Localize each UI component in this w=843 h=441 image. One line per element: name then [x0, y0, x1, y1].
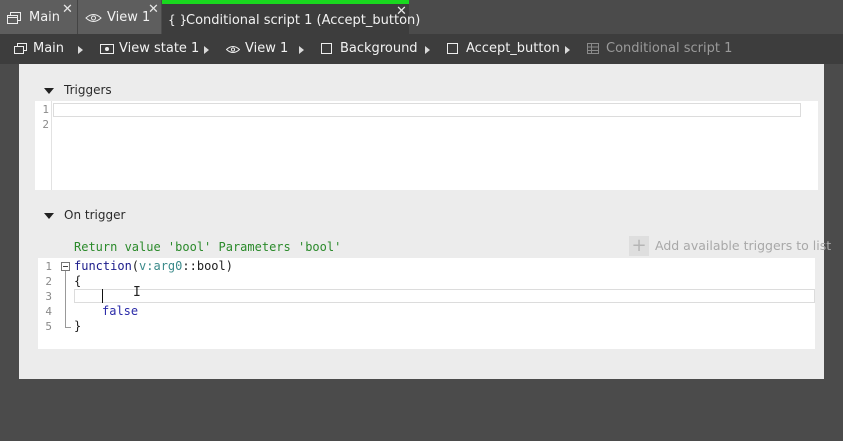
- param-type: ::bool): [182, 259, 233, 273]
- text-caret: [102, 289, 103, 303]
- script-grid-icon: [587, 43, 599, 58]
- eye-icon: [225, 43, 241, 58]
- section-title: Triggers: [64, 83, 112, 97]
- close-icon[interactable]: ✕: [148, 3, 159, 17]
- close-icon[interactable]: ✕: [396, 5, 407, 19]
- line-number: 3: [45, 290, 52, 303]
- line-gutter: 1 2 3 4 5: [38, 258, 54, 349]
- code-token: (: [131, 259, 140, 273]
- tab-conditional-script[interactable]: { } Conditional script 1 (Accept_button)…: [162, 0, 420, 34]
- chevron-right-icon: [299, 46, 304, 54]
- signature-text: Return value 'bool' Parameters 'bool': [74, 240, 342, 254]
- on-trigger-section-header[interactable]: On trigger: [44, 208, 244, 226]
- line-number: 2: [42, 118, 49, 131]
- breadcrumb: Main View state 1 View 1 Background Acce…: [0, 34, 843, 64]
- script-editor-panel: Triggers 1 2 On trigger Return value 'bo…: [19, 64, 831, 379]
- view-state-icon: [100, 43, 114, 58]
- braces-icon: { }: [168, 13, 188, 27]
- close-icon[interactable]: ✕: [62, 3, 73, 17]
- fold-guide: [65, 271, 66, 327]
- code-line-4: false: [102, 304, 139, 318]
- line-number: 1: [45, 260, 52, 273]
- chevron-right-icon: [565, 46, 570, 54]
- checkbox-icon: [447, 43, 458, 58]
- code-line-5: }: [74, 319, 82, 333]
- fold-toggle-icon[interactable]: [61, 262, 70, 271]
- breadcrumb-label: View 1: [245, 41, 289, 56]
- add-triggers-label: Add available triggers to list: [655, 238, 832, 253]
- window-icon: [7, 12, 21, 28]
- tab-view-1[interactable]: View 1 ✕: [77, 0, 161, 34]
- triggers-editor[interactable]: 1 2: [35, 101, 818, 190]
- chevron-down-icon[interactable]: [44, 88, 54, 94]
- chevron-down-icon[interactable]: [44, 213, 54, 219]
- line-gutter: 1 2: [35, 101, 51, 190]
- chevron-right-icon: [425, 46, 430, 54]
- param-name: v:arg0: [139, 259, 183, 273]
- section-title: On trigger: [64, 208, 126, 222]
- current-line-highlight: [53, 103, 801, 117]
- line-number: 5: [45, 320, 52, 333]
- tab-main[interactable]: Main ✕: [0, 0, 77, 34]
- window-icon: [14, 43, 27, 58]
- line-number: 1: [42, 103, 49, 116]
- breadcrumb-label: Main: [33, 41, 65, 56]
- breadcrumb-label: Accept_button: [466, 41, 560, 56]
- ibeam-cursor-icon: I: [133, 285, 141, 300]
- current-line-highlight: [74, 289, 815, 303]
- checkbox-icon: [321, 43, 332, 58]
- code-line-2: {: [74, 274, 82, 288]
- on-trigger-editor[interactable]: 1 2 3 4 5 function(v:arg0::bool) { I fal…: [38, 258, 815, 349]
- triggers-section-header[interactable]: Triggers: [44, 83, 244, 101]
- breadcrumb-label: Conditional script 1: [606, 41, 733, 56]
- gutter-divider: [51, 101, 52, 190]
- breadcrumb-label: Background: [340, 41, 418, 56]
- tab-label: View 1: [107, 10, 151, 25]
- eye-icon: [85, 12, 102, 27]
- chevron-right-icon: [204, 46, 209, 54]
- line-number: 4: [45, 305, 52, 318]
- breadcrumb-label: View state 1: [119, 41, 200, 56]
- keyword-function: function: [74, 259, 132, 273]
- tab-label: Conditional script 1 (Accept_button): [186, 13, 421, 28]
- plus-icon[interactable]: +: [629, 236, 649, 256]
- fold-guide-end: [65, 327, 71, 328]
- line-number: 2: [45, 275, 52, 288]
- code-line-1: function(v:arg0::bool): [74, 259, 233, 273]
- tab-bar: Main ✕ View 1 ✕ { } Conditional script 1…: [0, 0, 843, 34]
- chevron-right-icon: [78, 46, 83, 54]
- tab-label: Main: [29, 10, 61, 25]
